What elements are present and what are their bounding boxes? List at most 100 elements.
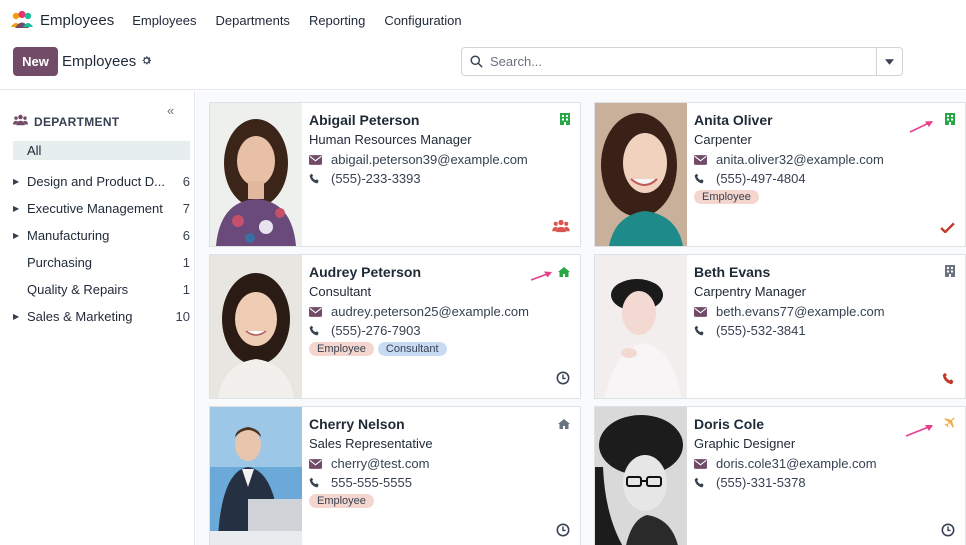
employee-email-row: doris.cole31@example.com	[694, 454, 965, 473]
employee-phone[interactable]: (555)-233-3393	[331, 171, 421, 186]
caret-right-icon[interactable]: ▶	[13, 177, 27, 186]
home-icon[interactable]	[558, 265, 570, 280]
nav-departments[interactable]: Departments	[216, 13, 290, 28]
employee-email[interactable]: doris.cole31@example.com	[716, 456, 877, 471]
employee-name[interactable]: Abigail Peterson	[309, 112, 580, 131]
employee-name[interactable]: Beth Evans	[694, 264, 965, 283]
check-icon[interactable]	[940, 221, 955, 236]
department-heading: DEPARTMENT	[13, 114, 119, 129]
dept-item-purchasing[interactable]: Purchasing 1	[13, 249, 190, 276]
employee-phone[interactable]: (555)-532-3841	[716, 323, 806, 338]
employee-email[interactable]: audrey.peterson25@example.com	[331, 304, 529, 319]
nav-configuration[interactable]: Configuration	[384, 13, 461, 28]
annotation-arrow-icon	[530, 271, 552, 281]
envelope-icon	[309, 306, 331, 317]
envelope-icon	[309, 458, 331, 469]
envelope-icon	[694, 458, 716, 469]
app-brand[interactable]: Employees	[10, 10, 114, 30]
building-icon[interactable]	[560, 113, 570, 128]
gear-icon[interactable]	[141, 53, 152, 70]
search-options-toggle[interactable]	[876, 48, 902, 75]
employee-phone[interactable]: (555)-497-4804	[716, 171, 806, 186]
employee-card-body: Anita Oliver Carpenter anita.oliver32@ex…	[687, 103, 965, 246]
envelope-icon	[694, 154, 716, 165]
clock-icon[interactable]	[941, 523, 955, 540]
employee-card-body: Beth Evans Carpentry Manager beth.evans7…	[687, 255, 965, 398]
employee-photo	[595, 103, 687, 246]
employee-photo	[595, 255, 687, 398]
employee-card-body: Doris Cole Graphic Designer doris.cole31…	[687, 407, 965, 545]
page-title-text: Employees	[62, 53, 137, 70]
search-input[interactable]	[490, 48, 876, 75]
employee-phone[interactable]: (555)-276-7903	[331, 323, 421, 338]
employee-phone[interactable]: 555-555-5555	[331, 475, 412, 490]
employee-phone-row: (555)-331-5378	[694, 473, 965, 492]
search-bar[interactable]	[461, 47, 903, 76]
search-icon	[462, 55, 490, 68]
caret-right-icon[interactable]: ▶	[13, 204, 27, 213]
employee-card-body: Cherry Nelson Sales Representative cherr…	[302, 407, 580, 545]
employee-phone-row: (555)-233-3393	[309, 169, 580, 188]
dept-item-count: 7	[182, 201, 190, 216]
employee-card[interactable]: Cherry Nelson Sales Representative cherr…	[209, 406, 581, 545]
annotation-arrow-icon	[909, 121, 933, 133]
kanban-view: Abigail Peterson Human Resources Manager…	[196, 91, 966, 545]
dept-item-all[interactable]: All	[13, 141, 190, 160]
dept-item-count: 1	[182, 255, 190, 270]
employee-email-row: beth.evans77@example.com	[694, 302, 965, 321]
employee-phone[interactable]: (555)-331-5378	[716, 475, 806, 490]
dept-item-count: 10	[175, 309, 190, 324]
employee-card[interactable]: Anita Oliver Carpenter anita.oliver32@ex…	[594, 102, 966, 247]
app-name: Employees	[40, 11, 115, 29]
employee-job-title: Sales Representative	[309, 436, 433, 451]
employee-email[interactable]: abigail.peterson39@example.com	[331, 152, 528, 167]
employee-email[interactable]: anita.oliver32@example.com	[716, 152, 884, 167]
employee-tags: Employee	[309, 494, 580, 508]
new-button[interactable]: New	[13, 47, 58, 76]
caret-right-icon[interactable]: ▶	[13, 312, 27, 321]
dept-item-design-and-product[interactable]: ▶ Design and Product D... 6	[13, 168, 190, 195]
department-list: All ▶ Design and Product D... 6 ▶ Execut…	[13, 141, 190, 330]
employee-email[interactable]: cherry@test.com	[331, 456, 429, 471]
collapse-sidebar-button[interactable]: «	[167, 103, 174, 118]
dept-item-label: All	[27, 143, 42, 158]
dept-item-quality-repairs[interactable]: Quality & Repairs 1	[13, 276, 190, 303]
clock-icon[interactable]	[556, 523, 570, 540]
dept-item-label: Purchasing	[27, 255, 93, 270]
home-icon[interactable]	[558, 417, 570, 432]
dept-item-label: Quality & Repairs	[27, 282, 129, 297]
caret-down-icon	[885, 58, 894, 65]
building-icon[interactable]	[945, 265, 955, 280]
clock-icon[interactable]	[556, 371, 570, 388]
phone-icon	[694, 173, 716, 184]
dept-item-sales-marketing[interactable]: ▶ Sales & Marketing 10	[13, 303, 190, 330]
phone-icon	[694, 325, 716, 336]
tag-employee: Employee	[309, 342, 374, 356]
plane-icon[interactable]	[943, 417, 955, 432]
control-panel: New Employees	[0, 40, 966, 90]
employee-card-body: Audrey Peterson Consultant audrey.peters…	[302, 255, 580, 398]
employee-email-row: audrey.peterson25@example.com	[309, 302, 580, 321]
search-panel: « DEPARTMENT All ▶ Design and Product D.…	[0, 91, 195, 545]
users-icon[interactable]	[552, 219, 570, 236]
envelope-icon	[309, 154, 331, 165]
employee-phone-row: (555)-532-3841	[694, 321, 965, 340]
building-icon[interactable]	[945, 113, 955, 128]
nav-employees[interactable]: Employees	[132, 13, 196, 28]
employee-card[interactable]: Doris Cole Graphic Designer doris.cole31…	[594, 406, 966, 545]
dept-item-executive-management[interactable]: ▶ Executive Management 7	[13, 195, 190, 222]
employee-email[interactable]: beth.evans77@example.com	[716, 304, 885, 319]
employee-email-row: abigail.peterson39@example.com	[309, 150, 580, 169]
phone-icon	[309, 477, 331, 488]
employee-phone-row: 555-555-5555	[309, 473, 580, 492]
employee-card[interactable]: Abigail Peterson Human Resources Manager…	[209, 102, 581, 247]
employee-card[interactable]: Beth Evans Carpentry Manager beth.evans7…	[594, 254, 966, 399]
tag-employee: Employee	[309, 494, 374, 508]
employee-card[interactable]: Audrey Peterson Consultant audrey.peters…	[209, 254, 581, 399]
envelope-icon	[694, 306, 716, 317]
employee-name[interactable]: Cherry Nelson	[309, 416, 580, 435]
dept-item-manufacturing[interactable]: ▶ Manufacturing 6	[13, 222, 190, 249]
phone-icon[interactable]	[942, 372, 955, 388]
caret-right-icon[interactable]: ▶	[13, 231, 27, 240]
nav-reporting[interactable]: Reporting	[309, 13, 365, 28]
